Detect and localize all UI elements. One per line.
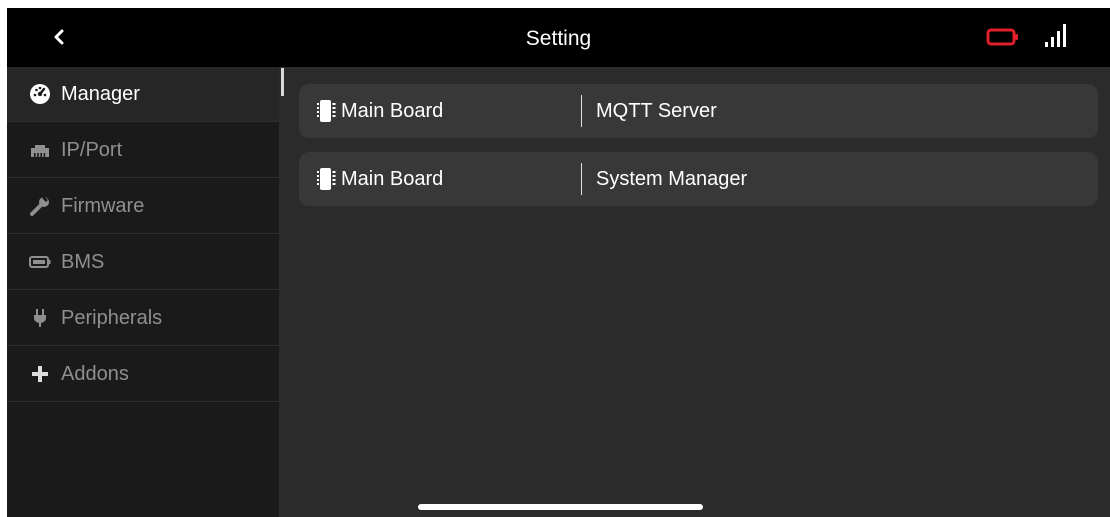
signal-bars-icon	[1045, 24, 1066, 47]
chip-icon	[317, 168, 336, 190]
sidebar-item-label: Addons	[61, 362, 129, 385]
content-list: Main Board MQTT Server Main Board System…	[284, 67, 1110, 517]
wrench-icon	[29, 195, 51, 217]
sidebar-item-peripherals[interactable]: Peripherals	[7, 291, 279, 346]
sidebar-item-manager[interactable]: Manager	[7, 67, 279, 122]
plug-icon	[29, 307, 51, 329]
sidebar-item-label: Firmware	[61, 194, 145, 217]
board-label: Main Board	[341, 100, 444, 122]
back-button[interactable]	[45, 22, 73, 52]
top-bar: Setting	[7, 8, 1110, 67]
battery-icon	[29, 251, 51, 273]
sidebar-item-firmware[interactable]: Firmware	[7, 179, 279, 234]
sidebar-item-label: Peripherals	[61, 306, 163, 329]
item-name: MQTT Server	[596, 100, 717, 122]
sidebar-item-ip-port[interactable]: IP/Port	[7, 123, 279, 178]
row-separator	[581, 95, 582, 127]
home-indicator[interactable]	[418, 504, 703, 510]
chip-icon	[317, 100, 336, 122]
item-name: System Manager	[596, 168, 748, 190]
list-item-system-manager[interactable]: Main Board System Manager	[299, 152, 1098, 206]
sidebar-item-label: BMS	[61, 250, 105, 273]
row-separator	[581, 163, 582, 195]
sidebar: Manager IP/Port Firmware BMS Peripherals…	[7, 67, 279, 517]
sidebar-item-bms[interactable]: BMS	[7, 235, 279, 290]
battery-icon	[986, 28, 1018, 46]
sidebar-item-label: IP/Port	[61, 138, 123, 161]
sidebar-item-addons[interactable]: Addons	[7, 347, 279, 402]
plus-icon	[29, 363, 51, 385]
board-label: Main Board	[341, 168, 444, 190]
list-item-mqtt-server[interactable]: Main Board MQTT Server	[299, 84, 1098, 138]
page-title: Setting	[525, 27, 592, 50]
sidebar-item-label: Manager	[61, 82, 140, 105]
chevron-left-icon	[54, 29, 64, 45]
dashboard-gauge-icon	[29, 83, 51, 105]
app-window: Setting Manager IP/Port Firmware BMS Per…	[7, 8, 1110, 517]
ethernet-port-icon	[29, 139, 51, 161]
